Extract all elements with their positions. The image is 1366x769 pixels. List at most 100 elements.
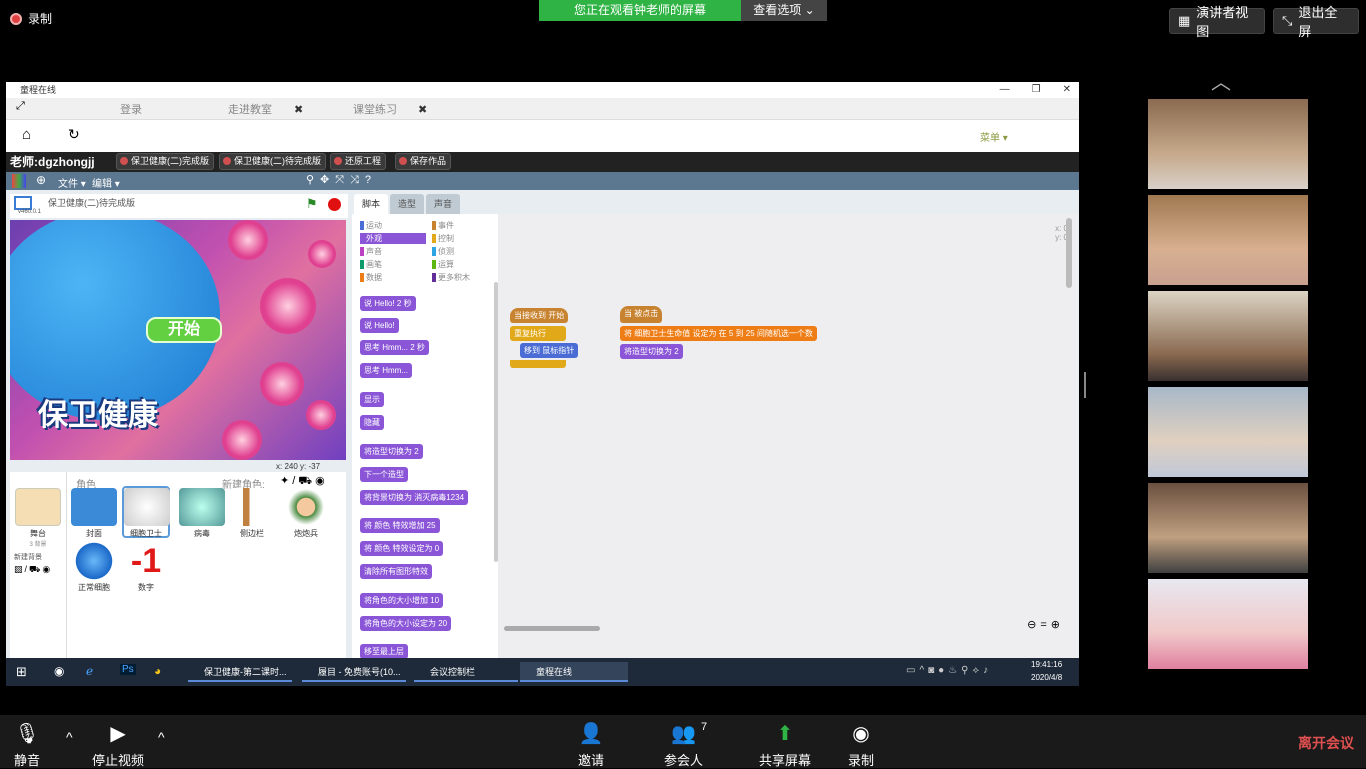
- sprite-soldier[interactable]: 炮炮兵: [282, 488, 330, 540]
- script-hscrollbar[interactable]: [504, 626, 600, 631]
- block-switch-costume-script[interactable]: 将造型切换为 2: [620, 344, 683, 359]
- block-change-size[interactable]: 将角色的大小增加 10: [360, 593, 444, 608]
- block-switch-backdrop[interactable]: 将背景切换为 消灭病毒1234: [360, 490, 469, 505]
- stop-icon[interactable]: [328, 198, 341, 211]
- block-hide[interactable]: 隐藏: [360, 415, 384, 430]
- home-icon[interactable]: ⌂: [22, 126, 31, 143]
- incomplete-version-button[interactable]: 保卫健康(二)待完成版: [219, 153, 326, 170]
- menu-link[interactable]: 菜单 ▾: [980, 129, 1008, 144]
- block-set-size[interactable]: 将角色的大小设定为 20: [360, 616, 452, 631]
- block-next-costume[interactable]: 下一个造型: [360, 467, 408, 482]
- chevron-up-icon[interactable]: ^: [66, 729, 73, 745]
- participant-video[interactable]: [1148, 195, 1308, 285]
- record-button[interactable]: ◉ 录制: [848, 721, 874, 769]
- save-work-button[interactable]: 保存作品: [395, 153, 452, 170]
- tab-costumes[interactable]: 造型: [390, 194, 425, 214]
- block-go-to[interactable]: 移到 鼠标指针: [520, 343, 579, 358]
- sprite-virus[interactable]: 病毒: [178, 488, 226, 540]
- chevron-up-icon[interactable]: ︿: [1211, 66, 1231, 95]
- category-operators[interactable]: 运算: [432, 259, 454, 270]
- splitter-handle[interactable]: [1084, 372, 1086, 398]
- participant-video[interactable]: [1148, 291, 1308, 381]
- block-go-front[interactable]: 移至最上层: [360, 644, 408, 659]
- participant-video[interactable]: [1148, 483, 1308, 573]
- taskbar-item-active[interactable]: 童程在线: [520, 662, 628, 682]
- taskbar-item[interactable]: 会议控制栏: [414, 662, 518, 682]
- view-options-button[interactable]: 查看选项 ⌄: [741, 0, 827, 21]
- sprite-normal-cell[interactable]: 正常细胞: [70, 542, 118, 594]
- tab-login[interactable]: 登录: [120, 100, 142, 120]
- chrome-icon[interactable]: ◕: [154, 664, 161, 678]
- sprite-sidebar[interactable]: 侧边栏: [228, 488, 276, 540]
- participant-video[interactable]: [1148, 387, 1308, 477]
- block-say[interactable]: 说 Hello!: [360, 318, 399, 333]
- taskbar-item[interactable]: 保卫健康-第二课时...: [188, 662, 292, 682]
- stage-tools[interactable]: ⚲✥⤧⤨?: [306, 173, 377, 187]
- new-backdrop-tools[interactable]: ▨/⛟◉: [14, 564, 52, 576]
- app-icon[interactable]: ◉: [54, 664, 64, 678]
- complete-version-button[interactable]: 保卫健康(二)完成版: [116, 153, 214, 170]
- windows-start-icon[interactable]: ⊞: [16, 664, 27, 680]
- zoom-controls[interactable]: ⊖=⊕: [1027, 618, 1064, 631]
- restore-project-button[interactable]: 还原工程: [330, 153, 387, 170]
- category-events[interactable]: 事件: [432, 220, 454, 231]
- tab-classroom[interactable]: 走进教室: [228, 100, 272, 120]
- category-pen[interactable]: 画笔: [360, 259, 382, 270]
- taskbar-item[interactable]: 履目 - 免费账号(10...: [302, 662, 406, 682]
- exit-fullscreen-button[interactable]: ⤡ 退出全屏: [1273, 5, 1359, 39]
- script-vscrollbar[interactable]: [1066, 218, 1072, 288]
- start-button[interactable]: 开始: [146, 317, 222, 343]
- block-set-effect[interactable]: 将 颜色 特效设定为 0: [360, 541, 444, 556]
- block-show[interactable]: 显示: [360, 392, 384, 407]
- globe-icon[interactable]: ⊕: [36, 173, 46, 187]
- photoshop-icon[interactable]: Ps: [120, 664, 136, 675]
- block-when-flag-clicked[interactable]: 当 被点击: [620, 306, 663, 323]
- file-menu[interactable]: 文件 ▾: [58, 175, 86, 190]
- invite-button[interactable]: 👤 邀请: [578, 721, 604, 769]
- block-say-for[interactable]: 说 Hello! 2 秒: [360, 296, 416, 311]
- maximize-icon[interactable]: ❐: [1032, 82, 1041, 98]
- category-data[interactable]: 数据: [360, 272, 382, 283]
- sprite-cell-guard[interactable]: 细胞卫士: [122, 486, 170, 538]
- share-screen-button[interactable]: ⬆ 共享屏幕: [759, 721, 811, 769]
- chevron-up-icon[interactable]: ^: [158, 729, 165, 745]
- block-forever[interactable]: 重复执行: [510, 326, 566, 341]
- fullscreen-icon[interactable]: [14, 196, 32, 210]
- mute-button[interactable]: 🎙 静音: [14, 721, 40, 769]
- category-sensing[interactable]: 侦测: [432, 246, 454, 257]
- participant-video[interactable]: [1148, 579, 1308, 669]
- edit-menu[interactable]: 编辑 ▾: [92, 175, 120, 190]
- close-tab-icon[interactable]: ✖: [294, 100, 303, 120]
- sprite-cover[interactable]: 封面: [70, 488, 118, 540]
- tab-practice[interactable]: 课堂练习: [353, 100, 397, 120]
- block-clear-effects[interactable]: 清除所有图形特效: [360, 564, 432, 579]
- category-sound[interactable]: 声音: [360, 246, 382, 257]
- category-looks[interactable]: 外观: [360, 233, 426, 244]
- expand-icon[interactable]: ⤢: [16, 100, 25, 113]
- block-set-variable[interactable]: 将 细胞卫士生命值 设定为 在 5 到 25 间随机选一个数: [620, 326, 817, 341]
- participant-video[interactable]: [1148, 99, 1308, 189]
- block-change-effect[interactable]: 将 颜色 特效增加 25: [360, 518, 440, 533]
- script-area[interactable]: x: 0 y: 0 ⊖=⊕ 当接收到 开始 重复执行 移到 鼠标指针 当 被点击…: [498, 214, 1078, 658]
- category-control[interactable]: 控制: [432, 233, 454, 244]
- tab-scripts[interactable]: 脚本: [354, 194, 389, 214]
- green-flag-icon[interactable]: ⚑: [306, 196, 318, 212]
- block-think[interactable]: 思考 Hmm...: [360, 363, 412, 378]
- category-motion[interactable]: 运动: [360, 220, 382, 231]
- participants-button[interactable]: 👥 参会人: [664, 721, 703, 769]
- recording-indicator[interactable]: 录制: [10, 10, 52, 27]
- minimize-icon[interactable]: —: [1000, 82, 1010, 98]
- speaker-view-button[interactable]: ▦ 演讲者视图: [1169, 5, 1265, 39]
- refresh-icon[interactable]: ↻: [68, 126, 80, 143]
- category-more-blocks[interactable]: 更多积木: [432, 272, 470, 283]
- stop-video-button[interactable]: ▶ 停止视频: [92, 721, 144, 769]
- stage[interactable]: 开始 保卫健康: [10, 220, 346, 460]
- tray-icons[interactable]: ▭^◙●♨⚲⟡♪: [906, 665, 992, 676]
- browser-icon[interactable]: ℯ: [86, 664, 93, 678]
- block-switch-costume[interactable]: 将造型切换为 2: [360, 444, 423, 459]
- tab-sounds[interactable]: 声音: [426, 194, 461, 214]
- close-tab-icon[interactable]: ✖: [418, 100, 427, 120]
- new-sprite-tools[interactable]: ✦/⛟◉: [280, 474, 328, 489]
- close-icon[interactable]: ✕: [1063, 82, 1071, 98]
- sprite-number[interactable]: -1 数字: [122, 542, 170, 594]
